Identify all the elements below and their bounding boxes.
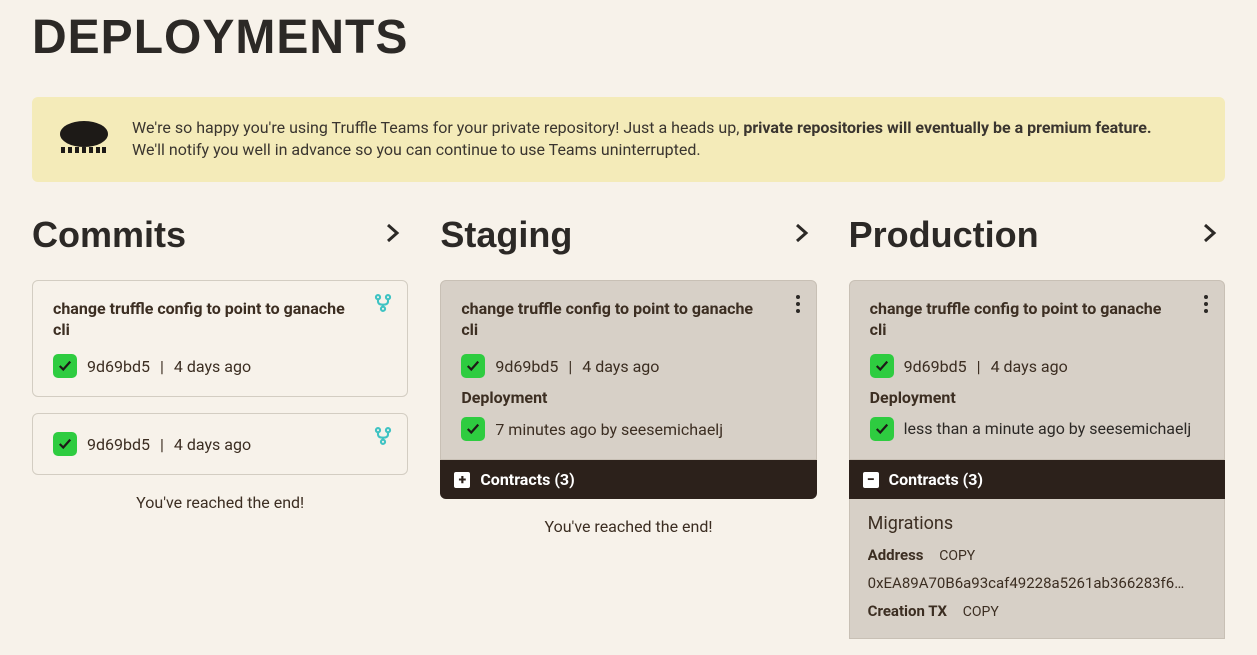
copy-tx-button[interactable]: COPY (963, 604, 999, 620)
contracts-label: Contracts (3) (480, 470, 574, 489)
commit-hash: 9d69bd5 (87, 357, 150, 376)
check-icon (461, 417, 485, 441)
fork-icon (373, 293, 393, 317)
plus-icon: + (454, 472, 470, 488)
check-icon (53, 354, 77, 378)
contract-address: 0xEA89A70B6a93caf49228a5261ab366283f6… (868, 574, 1206, 592)
end-text: You've reached the end! (440, 517, 816, 536)
contract-name: Migrations (868, 513, 1206, 534)
copy-address-button[interactable]: COPY (939, 548, 975, 564)
commit-age: 4 days ago (582, 357, 659, 376)
commit-card[interactable]: 9d69bd5 | 4 days ago (32, 413, 408, 475)
deployment-meta: less than a minute ago by seesemichaelj (904, 419, 1192, 440)
contracts-toggle[interactable]: + Contracts (3) (440, 460, 816, 499)
chevron-right-icon[interactable] (787, 217, 817, 253)
deployment-card[interactable]: change truffle config to point to ganach… (849, 280, 1225, 640)
contract-details: Migrations Address COPY 0xEA89A70B6a93ca… (849, 499, 1225, 639)
address-label: Address (868, 546, 924, 564)
check-icon (53, 432, 77, 456)
check-icon (870, 354, 894, 378)
deployment-label: Deployment (461, 388, 795, 407)
commits-title: Commits (32, 214, 186, 256)
commit-age: 4 days ago (174, 435, 251, 454)
kebab-menu-icon[interactable] (792, 291, 804, 317)
minus-icon: − (863, 472, 879, 488)
contracts-toggle[interactable]: − Contracts (3) (849, 460, 1225, 499)
deployment-label: Deployment (870, 388, 1204, 407)
production-column: Production change truffle config to poin… (849, 214, 1225, 640)
commit-title: change truffle config to point to ganach… (461, 299, 795, 341)
chevron-right-icon[interactable] (1195, 217, 1225, 253)
end-text: You've reached the end! (32, 493, 408, 512)
private-repo-banner: We're so happy you're using Truffle Team… (32, 97, 1225, 182)
staging-column: Staging change truffle config to point t… (440, 214, 816, 640)
chevron-right-icon[interactable] (378, 217, 408, 253)
commit-hash: 9d69bd5 (87, 435, 150, 454)
production-title: Production (849, 214, 1039, 256)
contracts-label: Contracts (3) (889, 470, 983, 489)
staging-title: Staging (440, 214, 572, 256)
banner-text: We're so happy you're using Truffle Team… (132, 117, 1152, 162)
coin-stack-icon (60, 121, 108, 157)
commit-title: change truffle config to point to ganach… (53, 299, 387, 341)
commits-column: Commits change truffle config to point t… (32, 214, 408, 640)
creation-tx-label: Creation TX (868, 602, 947, 620)
commit-hash: 9d69bd5 (904, 357, 967, 376)
production-scroll[interactable]: change truffle config to point to ganach… (849, 280, 1225, 640)
commit-card[interactable]: change truffle config to point to ganach… (32, 280, 408, 398)
deployment-meta: 7 minutes ago by seesemichaelj (495, 420, 723, 439)
deployment-card[interactable]: change truffle config to point to ganach… (440, 280, 816, 500)
commit-age: 4 days ago (991, 357, 1068, 376)
commit-hash: 9d69bd5 (495, 357, 558, 376)
fork-icon (373, 426, 393, 450)
commit-age: 4 days ago (174, 357, 251, 376)
check-icon (461, 354, 485, 378)
page-title: DEPLOYMENTS (32, 10, 1225, 65)
check-icon (870, 417, 894, 441)
kebab-menu-icon[interactable] (1200, 291, 1212, 317)
commit-title: change truffle config to point to ganach… (870, 299, 1204, 341)
